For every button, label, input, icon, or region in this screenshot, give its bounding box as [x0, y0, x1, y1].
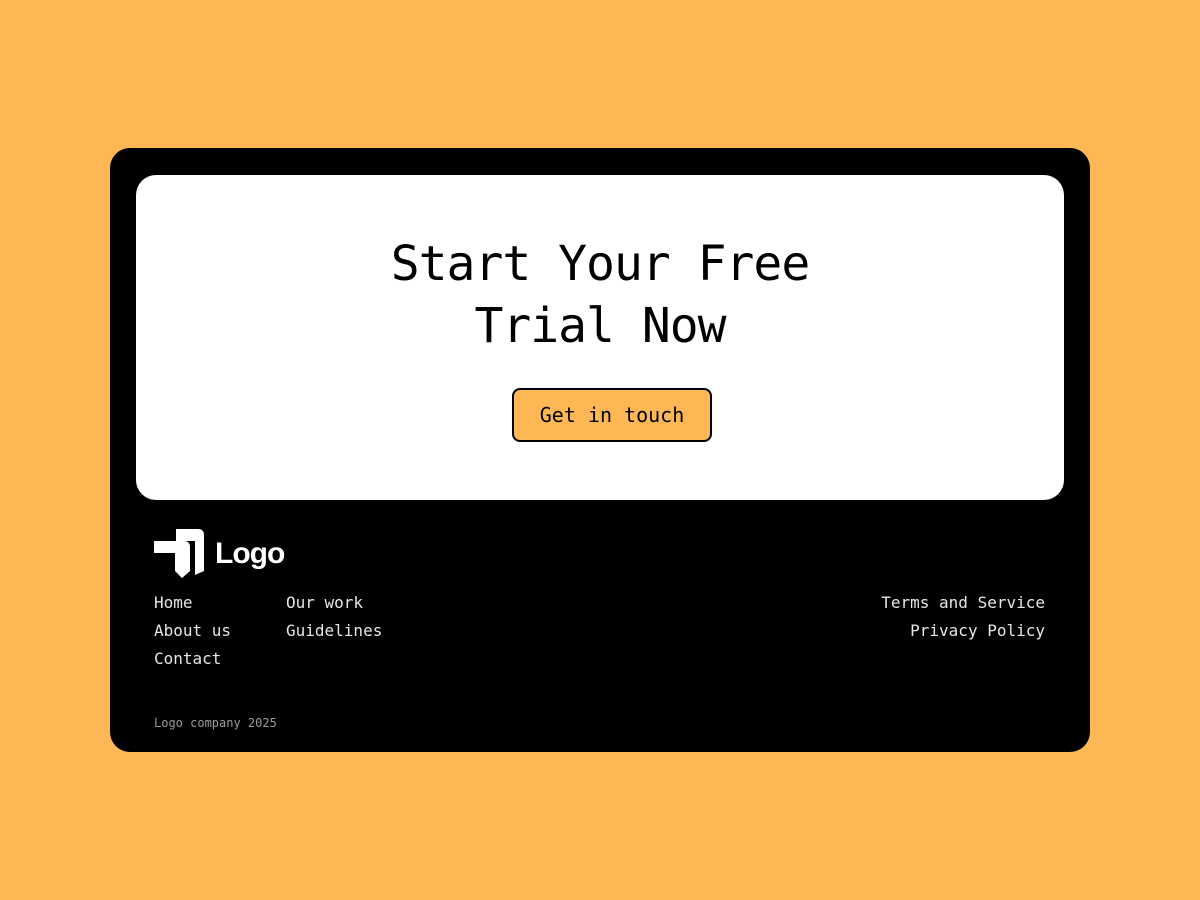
- cta-heading: Start Your Free Trial Now: [136, 233, 1064, 357]
- get-in-touch-button[interactable]: Get in touch: [512, 388, 712, 442]
- logo-mark-icon: [154, 529, 204, 578]
- cta-panel: Start Your Free Trial Now Get in touch: [136, 175, 1064, 500]
- footer-link-privacy[interactable]: Privacy Policy: [881, 620, 1045, 648]
- footer-nav-primary: Home About us Contact: [154, 592, 231, 676]
- footer-nav-secondary: Our work Guidelines: [286, 592, 382, 648]
- footer-link-our-work[interactable]: Our work: [286, 592, 382, 620]
- footer-link-guidelines[interactable]: Guidelines: [286, 620, 382, 648]
- copyright-text: Logo company 2025: [154, 716, 277, 730]
- footer-link-terms[interactable]: Terms and Service: [881, 592, 1045, 620]
- footer-logo[interactable]: Logo: [154, 529, 285, 579]
- footer-cta-card: Start Your Free Trial Now Get in touch L…: [110, 148, 1090, 752]
- logo-wordmark: Logo: [215, 537, 285, 570]
- footer-nav-legal: Terms and Service Privacy Policy: [881, 592, 1045, 648]
- footer-link-about-us[interactable]: About us: [154, 620, 231, 648]
- footer-link-home[interactable]: Home: [154, 592, 231, 620]
- cta-heading-line-1: Start Your Free: [390, 236, 810, 292]
- cta-heading-line-2: Trial Now: [474, 298, 726, 354]
- footer-link-contact[interactable]: Contact: [154, 648, 231, 676]
